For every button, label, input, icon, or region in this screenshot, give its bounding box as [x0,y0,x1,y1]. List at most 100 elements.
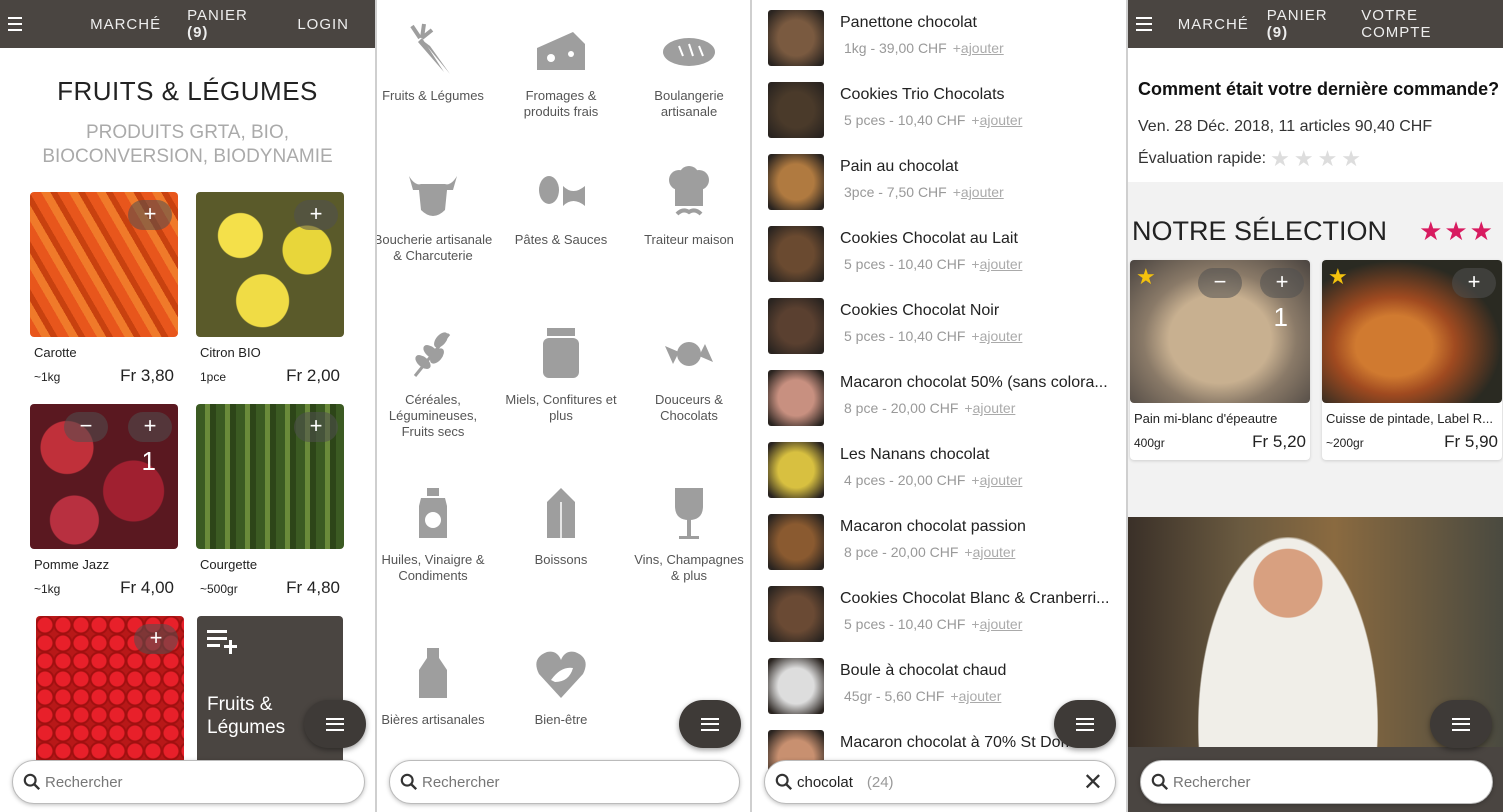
add-link[interactable]: + ajouter [950,688,1001,704]
product-name: Pomme Jazz [34,557,110,572]
search-result-row[interactable]: Cookies Chocolat Noir 5 pces - 10,40 CHF +… [768,298,1116,358]
favorite-star-icon[interactable]: ★ [1136,264,1156,290]
cheese-icon [537,32,585,70]
category-item[interactable]: Fruits & Légumes [377,22,493,104]
category-item[interactable]: Pâtes & Sauces [501,166,621,248]
remove-button[interactable]: − [1198,268,1242,298]
search-result-row[interactable]: Cookies Chocolat Blanc & Cranberri... 5 p… [768,586,1116,646]
add-button[interactable]: + [1452,268,1496,298]
menu-fab[interactable] [679,700,741,748]
category-item[interactable]: Douceurs & Chocolats [629,326,749,424]
add-link[interactable]: + ajouter [971,112,1022,128]
search-bar[interactable]: Rechercher [12,760,365,804]
product-card[interactable]: ★ + Cuisse de pintade, Label R... ~200gr… [1322,260,1502,460]
search-bar[interactable]: Rechercher [1140,760,1493,804]
product-thumbnail [768,82,824,138]
rating-star-icon[interactable]: ★ [1318,146,1338,172]
add-link[interactable]: + ajouter [971,472,1022,488]
add-button[interactable]: + [294,200,338,230]
menu-icon [701,717,719,731]
nav-market[interactable]: MARCHÉ [90,16,161,33]
wheat-icon [413,332,451,377]
product-weight-price: 4 pces - 20,00 CHF [844,472,966,488]
add-button[interactable]: + [134,624,178,654]
product-name: Cookies Chocolat au Lait [840,230,1018,247]
category-item[interactable]: Boissons [501,486,621,568]
product-price: Fr 4,80 [286,578,340,597]
category-item[interactable]: Traiteur maison [629,166,749,248]
search-bar[interactable]: chocolat (24) ✕ [764,760,1116,804]
menu-fab[interactable] [1430,700,1492,748]
product-card[interactable]: ★ − + 1 Pain mi-blanc d'épeautre 400gr Fr… [1130,260,1310,460]
product-name: Courgette [200,557,258,572]
add-link[interactable]: + ajouter [971,616,1022,632]
category-item[interactable]: Céréales, Légumineuses, Fruits secs [377,326,493,440]
product-weight-price: 5 pces - 10,40 CHF [844,112,966,128]
favorite-star-icon[interactable]: ★ [1328,264,1348,290]
product-card[interactable]: − + 1 Pomme Jazz ~1kg Fr 4,00 [30,404,178,598]
rating-star-icon[interactable]: ★ [1341,146,1361,172]
category-item[interactable]: Fromages & produits frais [501,22,621,120]
add-button[interactable]: + [294,412,338,442]
rating-star-icon[interactable]: ★ [1294,146,1314,172]
product-weight-price: 1kg - 39,00 CHF [844,40,947,56]
add-link[interactable]: + ajouter [964,544,1015,560]
search-result-row[interactable]: Macaron chocolat passion 8 pce - 20,00 CH… [768,514,1116,574]
category-item[interactable]: Miels, Confitures et plus [501,326,621,424]
menu-icon[interactable] [8,17,23,31]
nav-login[interactable]: LOGIN [297,16,349,33]
search-icon [775,773,793,791]
plus-icon: + [971,256,980,272]
search-icon [23,773,41,791]
search-result-row[interactable]: Panettone chocolat 1kg - 39,00 CHF + ajout… [768,10,1116,70]
nav-cart[interactable]: PANIER (9) [187,7,255,41]
star-rating-icon: ★★★ [1419,216,1495,246]
plus-icon: + [971,112,980,128]
add-button[interactable]: + [128,412,172,442]
nav-account[interactable]: VOTRE COMPTE [1361,7,1477,41]
product-card[interactable]: + [36,616,184,766]
search-result-row[interactable]: Macaron chocolat 50% (sans colora... 8 pc… [768,370,1116,430]
category-item[interactable]: Huiles, Vinaigre & Condiments [377,486,493,584]
category-item[interactable]: Boulangerie artisanale [629,22,749,120]
search-result-row[interactable]: Cookies Chocolat au Lait 5 pces - 10,40 C… [768,226,1116,286]
remove-button[interactable]: − [64,412,108,442]
product-weight-price: 8 pce - 20,00 CHF [844,544,959,560]
clear-icon[interactable]: ✕ [1083,768,1103,797]
search-result-row[interactable]: Les Nanans chocolat 4 pces - 20,00 CHF + a… [768,442,1116,502]
category-item[interactable]: Bien-être [501,646,621,728]
search-icon [400,773,418,791]
product-card[interactable]: + Carotte ~1kg Fr 3,80 [30,192,178,386]
search-result-row[interactable]: Pain au chocolat 3pce - 7,50 CHF + ajouter [768,154,1116,214]
product-meta: 5 pces - 10,40 CHF + ajouter [844,112,1112,128]
add-link[interactable]: + ajouter [953,40,1004,56]
menu-fab[interactable] [304,700,366,748]
add-link[interactable]: + ajouter [971,256,1022,272]
nav-market[interactable]: MARCHÉ [1178,16,1249,33]
add-button[interactable]: + [128,200,172,230]
rating-star-icon[interactable]: ★ [1270,146,1290,172]
menu-icon[interactable] [1136,17,1152,31]
product-thumbnail [768,442,824,498]
heart-leaf-icon [536,651,586,698]
product-card[interactable]: + Courgette ~500gr Fr 4,80 [196,404,344,598]
product-card[interactable]: + Citron BIO 1pce Fr 2,00 [196,192,344,386]
search-input[interactable]: chocolat [797,774,853,791]
category-item[interactable]: Vins, Champagnes & plus [629,486,749,584]
add-button[interactable]: + [1260,268,1304,298]
product-meta: 8 pce - 20,00 CHF + ajouter [844,400,1112,416]
product-weight: 400gr [1134,436,1165,450]
add-link[interactable]: + ajouter [953,184,1004,200]
add-link[interactable]: + ajouter [971,328,1022,344]
category-item[interactable]: Boucherie artisanale & Charcuterie [377,166,493,264]
search-bar[interactable]: Rechercher [389,760,740,804]
add-link[interactable]: + ajouter [964,400,1015,416]
candy-icon [665,342,713,366]
nav-cart[interactable]: PANIER (9) [1267,7,1343,41]
add-label: ajouter [979,616,1023,632]
category-item[interactable]: Bières artisanales [377,646,493,728]
product-name: Panettone chocolat [840,14,977,31]
product-weight: 1pce [200,370,227,384]
search-result-row[interactable]: Cookies Trio Chocolats 5 pces - 10,40 CHF… [768,82,1116,142]
menu-fab[interactable] [1054,700,1116,748]
